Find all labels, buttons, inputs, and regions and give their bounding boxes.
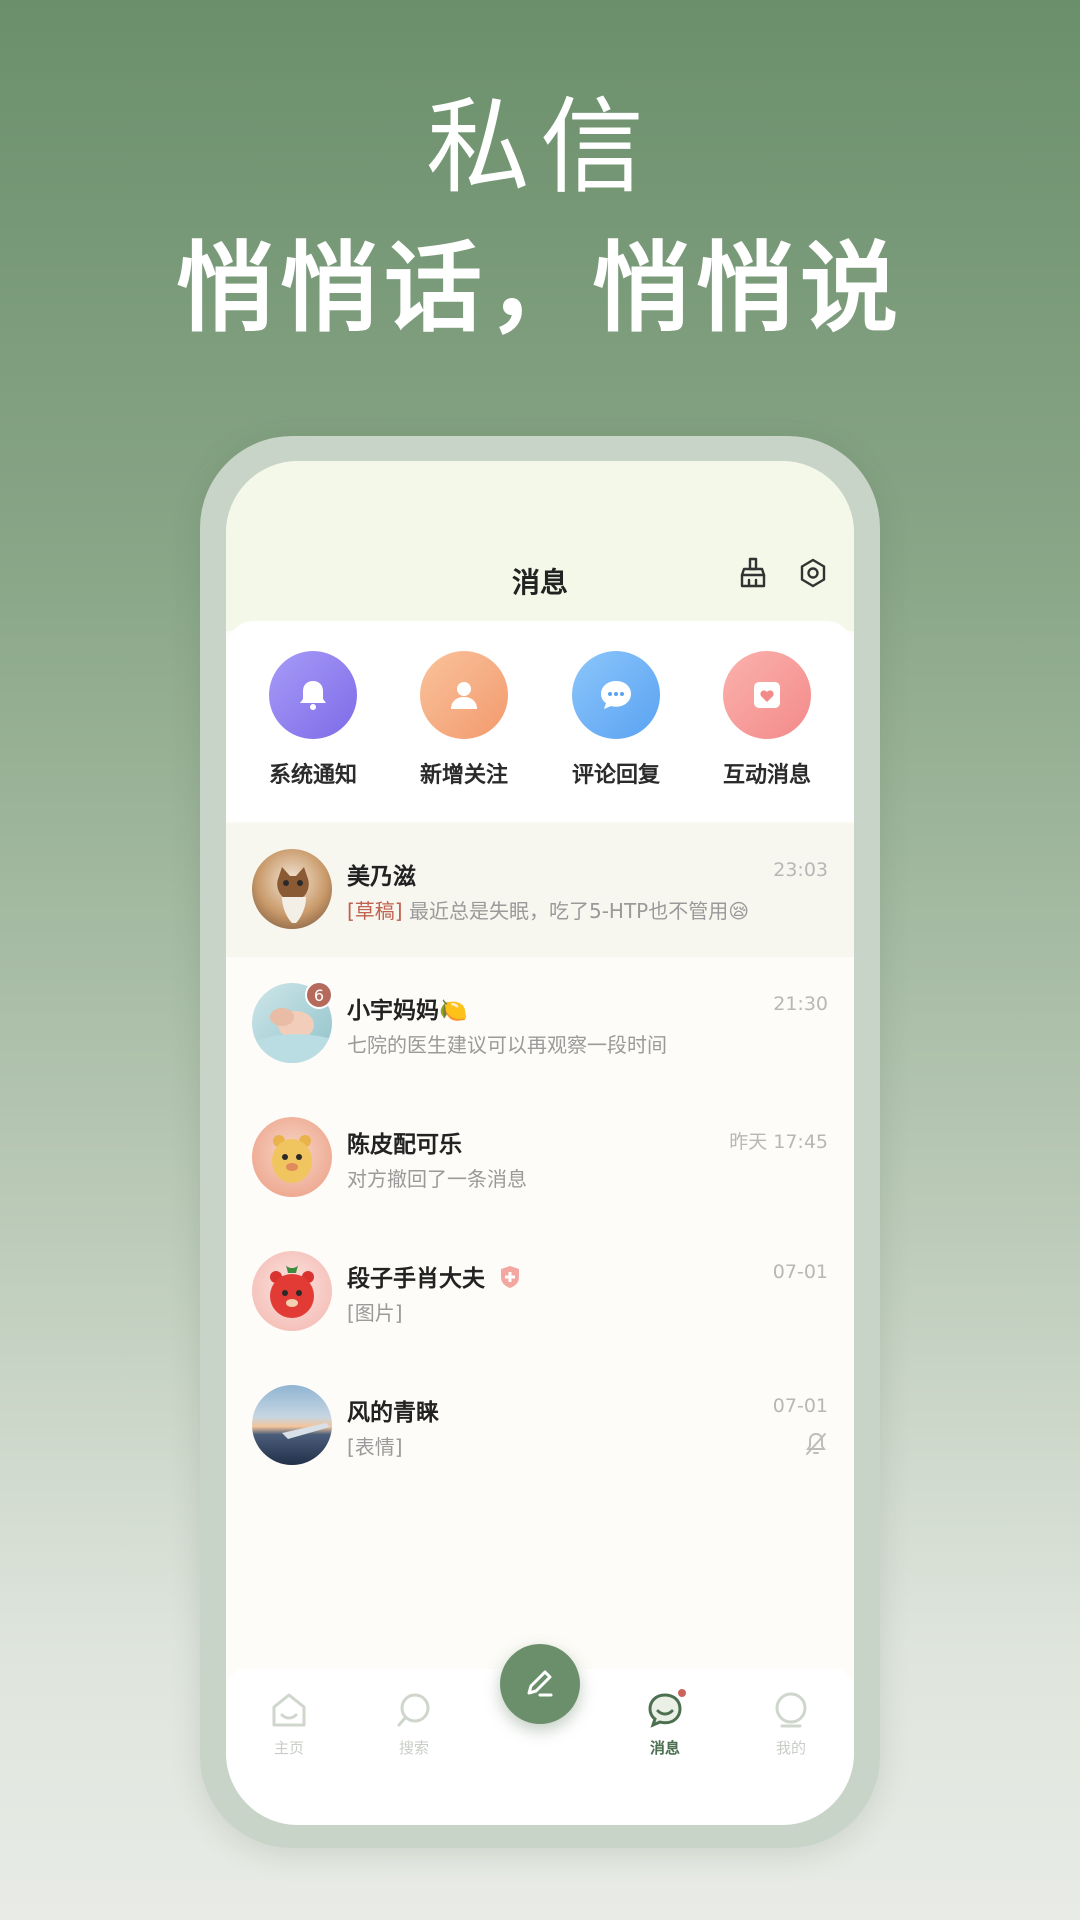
contact-name-text: 段子手肖大夫 bbox=[347, 1266, 485, 1292]
tab-label: 搜索 bbox=[398, 1739, 429, 1757]
message-time: 07-01 bbox=[772, 1261, 828, 1283]
pen-icon bbox=[527, 1670, 553, 1697]
hero-subtitle: 悄悄话，悄悄说 bbox=[175, 232, 904, 346]
phone-screen: 消息 系统通知 新增关注 评论回复 互动消息 美乃滋 23:03 [草稿] 最近… bbox=[226, 461, 854, 1825]
draft-tag: [草稿] bbox=[347, 899, 403, 923]
quick-action-system-notice[interactable]: 系统通知 bbox=[243, 651, 383, 789]
message-list: 美乃滋 23:03 [草稿] 最近总是失眠，吃了5-HTP也不管用😪 6 小宇妈… bbox=[226, 823, 854, 1493]
quick-action-label: 互动消息 bbox=[722, 763, 811, 788]
quick-action-new-followers[interactable]: 新增关注 bbox=[394, 651, 534, 789]
compose-button[interactable] bbox=[500, 1644, 580, 1724]
heart-card-icon bbox=[723, 651, 811, 739]
hero-title: 私信 bbox=[425, 86, 654, 208]
quick-action-interactions[interactable]: 互动消息 bbox=[697, 651, 837, 789]
contact-name: 风的青睐 bbox=[347, 1400, 439, 1426]
avatar[interactable] bbox=[252, 849, 332, 929]
header-background bbox=[226, 461, 854, 631]
chat-bubble-icon bbox=[572, 651, 660, 739]
message-preview: [草稿] 最近总是失眠，吃了5-HTP也不管用😪 bbox=[347, 895, 749, 924]
chat-icon bbox=[644, 1687, 688, 1735]
message-row[interactable]: 美乃滋 23:03 [草稿] 最近总是失眠，吃了5-HTP也不管用😪 bbox=[226, 823, 854, 957]
bell-icon bbox=[269, 651, 357, 739]
preview-text: 最近总是失眠，吃了5-HTP也不管用😪 bbox=[402, 899, 750, 923]
avatar[interactable] bbox=[252, 1117, 332, 1197]
message-row[interactable]: 段子手肖大夫 07-01 [图片] bbox=[226, 1225, 854, 1359]
message-preview: [表情] bbox=[347, 1435, 403, 1459]
message-time: 07-01 bbox=[772, 1395, 828, 1417]
quick-action-label: 新增关注 bbox=[419, 763, 508, 788]
avatar[interactable] bbox=[252, 1251, 332, 1331]
profile-icon bbox=[775, 1692, 807, 1728]
tab-home[interactable]: 主页 bbox=[244, 1689, 334, 1758]
search-icon bbox=[397, 1693, 430, 1727]
message-time: 23:03 bbox=[773, 859, 828, 881]
message-row[interactable]: 风的青睐 07-01 [表情] bbox=[226, 1359, 854, 1493]
message-time: 昨天 17:45 bbox=[729, 1131, 828, 1153]
message-row[interactable]: 陈皮配可乐 昨天 17:45 对方撤回了一条消息 bbox=[226, 1091, 854, 1225]
unread-dot bbox=[676, 1687, 688, 1699]
home-icon bbox=[272, 1693, 306, 1727]
unread-badge: 6 bbox=[305, 981, 333, 1009]
contact-name: 小宇妈妈🍋 bbox=[347, 998, 468, 1024]
verified-doctor-icon bbox=[499, 1265, 521, 1295]
quick-action-label: 系统通知 bbox=[268, 763, 357, 788]
message-time: 21:30 bbox=[773, 993, 828, 1015]
tab-label: 主页 bbox=[273, 1739, 304, 1757]
settings-icon[interactable] bbox=[791, 551, 835, 595]
quick-actions-card: 系统通知 新增关注 评论回复 互动消息 bbox=[226, 621, 854, 821]
quick-action-comment-replies[interactable]: 评论回复 bbox=[546, 651, 686, 789]
tab-label: 我的 bbox=[775, 1739, 806, 1757]
broom-icon[interactable] bbox=[731, 551, 775, 595]
avatar[interactable] bbox=[252, 1385, 332, 1465]
message-preview: 七院的医生建议可以再观察一段时间 bbox=[347, 1033, 667, 1057]
tab-profile[interactable]: 我的 bbox=[746, 1689, 836, 1758]
message-row[interactable]: 6 小宇妈妈🍋 21:30 七院的医生建议可以再观察一段时间 bbox=[226, 957, 854, 1091]
message-preview: [图片] bbox=[347, 1301, 403, 1325]
tab-label: 消息 bbox=[649, 1739, 680, 1757]
tab-search[interactable]: 搜索 bbox=[369, 1689, 459, 1758]
contact-name: 陈皮配可乐 bbox=[347, 1132, 462, 1158]
contact-name: 美乃滋 bbox=[347, 864, 416, 890]
message-preview: 对方撤回了一条消息 bbox=[347, 1167, 527, 1191]
contact-name: 段子手肖大夫 bbox=[347, 1259, 521, 1295]
person-icon bbox=[420, 651, 508, 739]
tab-messages[interactable]: 消息 bbox=[620, 1687, 710, 1758]
bell-muted-icon bbox=[804, 1431, 828, 1461]
quick-action-label: 评论回复 bbox=[571, 763, 660, 788]
